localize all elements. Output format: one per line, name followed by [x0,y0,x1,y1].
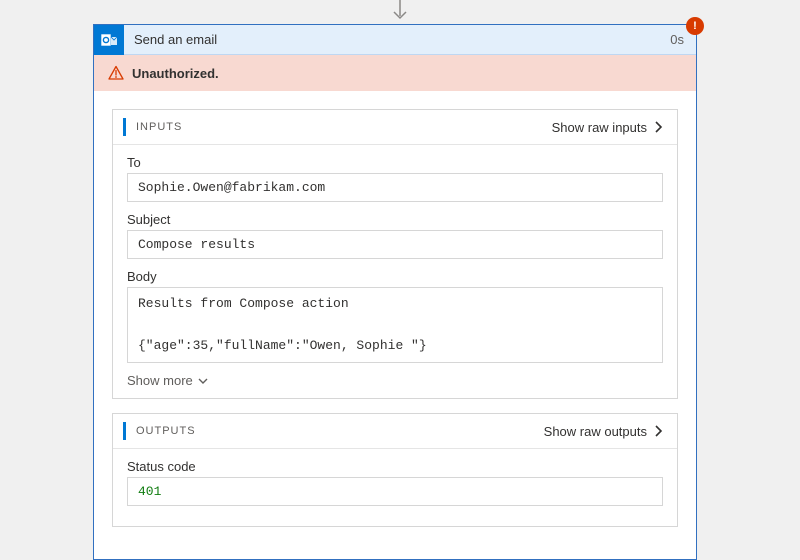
subject-field: Subject Compose results [127,212,663,259]
to-value: Sophie.Owen@fabrikam.com [127,173,663,202]
outputs-content: Status code 401 [113,449,677,526]
to-label: To [127,155,663,170]
error-message: Unauthorized. [132,66,219,81]
to-field: To Sophie.Owen@fabrikam.com [127,155,663,202]
error-banner: Unauthorized. [94,55,696,91]
status-code-value: 401 [127,477,663,506]
show-more-label: Show more [127,373,193,388]
show-raw-inputs-label: Show raw inputs [552,120,647,135]
body-value: Results from Compose action {"age":35,"f… [127,287,663,363]
flow-arrow-icon [390,0,410,24]
section-accent [123,118,126,136]
body-field: Body Results from Compose action {"age":… [127,269,663,363]
show-raw-outputs-button[interactable]: Show raw outputs [544,424,663,439]
card-title: Send an email [124,32,670,47]
outlook-icon [94,25,124,55]
subject-label: Subject [127,212,663,227]
warning-icon [108,65,124,81]
chevron-right-icon [653,425,663,437]
card-header[interactable]: Send an email 0s [94,25,696,55]
inputs-section: INPUTS Show raw inputs To Sophie.Owen@fa… [112,109,678,399]
card-body: INPUTS Show raw inputs To Sophie.Owen@fa… [94,91,696,559]
error-badge-icon: ! [686,17,704,35]
section-accent [123,422,126,440]
action-card: ! Send an email 0s Unauthorized. [93,24,697,560]
inputs-title: INPUTS [136,121,552,133]
inputs-content: To Sophie.Owen@fabrikam.com Subject Comp… [113,145,677,398]
outputs-section: OUTPUTS Show raw outputs Status code 401 [112,413,678,527]
inputs-section-header: INPUTS Show raw inputs [113,110,677,145]
chevron-right-icon [653,121,663,133]
show-raw-inputs-button[interactable]: Show raw inputs [552,120,663,135]
show-more-button[interactable]: Show more [127,373,663,388]
outputs-title: OUTPUTS [136,425,544,437]
chevron-down-icon [197,376,209,386]
status-code-field: Status code 401 [127,459,663,506]
body-label: Body [127,269,663,284]
subject-value: Compose results [127,230,663,259]
status-code-text: 401 [138,484,161,499]
status-code-label: Status code [127,459,663,474]
show-raw-outputs-label: Show raw outputs [544,424,647,439]
outputs-section-header: OUTPUTS Show raw outputs [113,414,677,449]
